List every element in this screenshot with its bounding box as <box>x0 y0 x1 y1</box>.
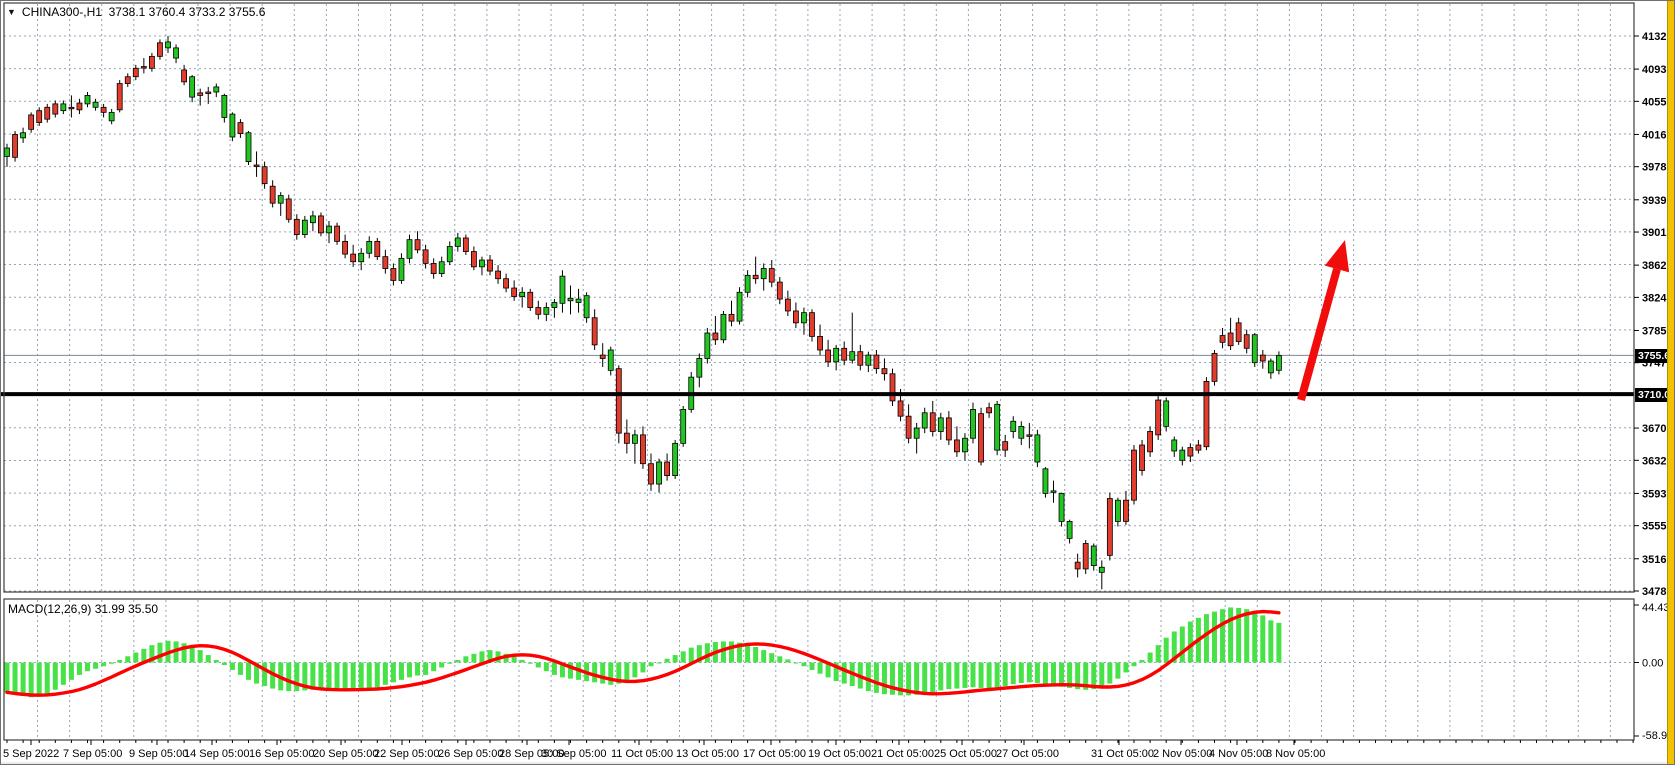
macd-indicator-label: MACD(12,26,9) 31.99 35.50 <box>8 602 158 616</box>
svg-text:22 Sep 05:00: 22 Sep 05:00 <box>374 748 439 760</box>
svg-text:13 Oct 05:00: 13 Oct 05:00 <box>676 748 739 760</box>
svg-text:26 Sep 05:00: 26 Sep 05:00 <box>438 748 503 760</box>
svg-text:14 Sep 05:00: 14 Sep 05:00 <box>184 748 249 760</box>
symbol-ohlc-text: CHINA300-,H1 3738.1 3760.4 3733.2 3755.6 <box>22 5 266 19</box>
svg-text:16 Sep 05:00: 16 Sep 05:00 <box>249 748 314 760</box>
svg-text:44.43: 44.43 <box>1642 602 1670 614</box>
svg-text:5 Sep 2022: 5 Sep 2022 <box>3 748 59 760</box>
svg-text:25 Oct 05:00: 25 Oct 05:00 <box>934 748 997 760</box>
svg-text:9 Sep 05:00: 9 Sep 05:00 <box>129 748 188 760</box>
svg-text:31 Oct 05:00: 31 Oct 05:00 <box>1091 748 1154 760</box>
svg-text:27 Oct 05:00: 27 Oct 05:00 <box>996 748 1059 760</box>
svg-text:0.00: 0.00 <box>1642 658 1663 670</box>
svg-text:7 Sep 05:00: 7 Sep 05:00 <box>63 748 122 760</box>
svg-text:2 Nov 05:00: 2 Nov 05:00 <box>1153 748 1212 760</box>
svg-text:4 Nov 05:00: 4 Nov 05:00 <box>1209 748 1268 760</box>
svg-text:21 Oct 05:00: 21 Oct 05:00 <box>871 748 934 760</box>
scroll-marker-strip <box>1667 1 1674 765</box>
ohlc-header: ▼ CHINA300-,H1 3738.1 3760.4 3733.2 3755… <box>7 5 265 19</box>
svg-text:8 Nov 05:00: 8 Nov 05:00 <box>1266 748 1325 760</box>
chart-window: 4132.04093.04055.04016.03978.03939.03901… <box>0 0 1675 765</box>
svg-text:20 Sep 05:00: 20 Sep 05:00 <box>313 748 378 760</box>
svg-text:19 Oct 05:00: 19 Oct 05:00 <box>808 748 871 760</box>
time-axis[interactable]: 5 Sep 2022 7 Sep 05:00 9 Sep 05:0014 Sep 0… <box>3 740 1633 760</box>
svg-text:30 Sep 05:00: 30 Sep 05:00 <box>541 748 606 760</box>
svg-text:17 Oct 05:00: 17 Oct 05:00 <box>743 748 806 760</box>
symbol-dropdown-icon[interactable]: ▼ <box>7 7 16 17</box>
svg-text:11 Oct 05:00: 11 Oct 05:00 <box>611 748 673 760</box>
main-chart-canvas[interactable]: 4132.04093.04055.04016.03978.03939.03901… <box>1 1 1675 765</box>
